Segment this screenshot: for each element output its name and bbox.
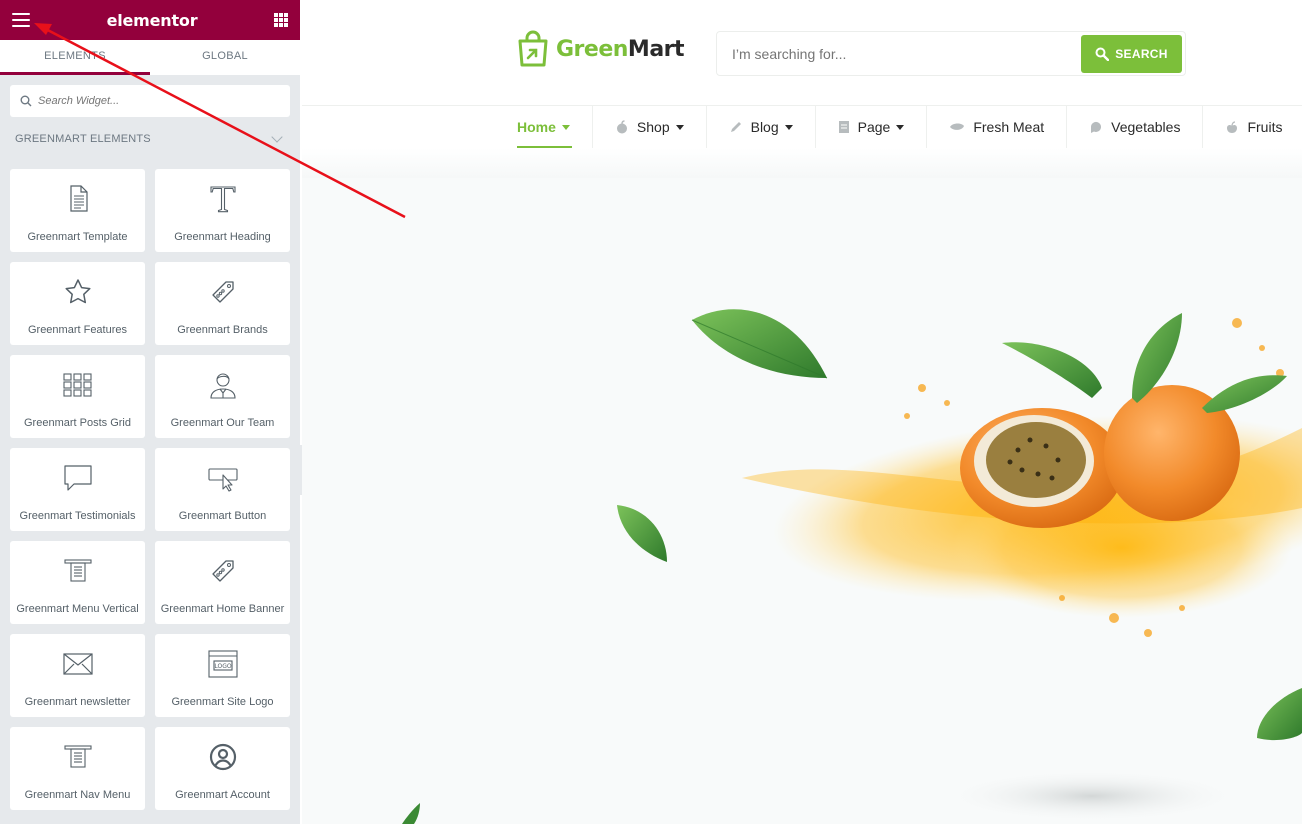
nav-menu-icon	[62, 741, 94, 773]
widget-greenmart-template[interactable]: Greenmart Template	[10, 169, 145, 252]
logo-text-green: Green	[556, 36, 628, 62]
document-icon	[62, 183, 94, 215]
menu-vertical-icon	[62, 555, 94, 587]
section-header-greenmart-elements[interactable]: GREENMART ELEMENTS	[0, 117, 300, 161]
button-cursor-icon	[207, 462, 239, 494]
elementor-logo: elementor	[106, 10, 198, 30]
site-logo-icon: LOGO	[207, 648, 239, 680]
header-shadow	[302, 148, 1302, 178]
widget-greenmart-home-banner[interactable]: Greenmart Home Banner	[155, 541, 290, 624]
hero-fruit-splash-image	[402, 309, 1302, 824]
widget-greenmart-site-logo[interactable]: LOGO Greenmart Site Logo	[155, 634, 290, 717]
tab-elements[interactable]: ELEMENTS	[0, 40, 150, 75]
apps-grid-icon[interactable]	[274, 13, 288, 27]
nav-item-vegetables[interactable]: Vegetables	[1067, 106, 1204, 148]
nav-item-blog[interactable]: Blog	[707, 106, 816, 148]
widget-greenmart-menu-vertical[interactable]: Greenmart Menu Vertical	[10, 541, 145, 624]
widget-grid: Greenmart Template Greenmart Heading Gre…	[0, 161, 300, 810]
widget-greenmart-our-team[interactable]: Greenmart Our Team	[155, 355, 290, 438]
main-navigation: Home Shop Blog Page Fresh Meat Vegetable…	[302, 106, 1302, 148]
leaf-bubble-icon	[1089, 120, 1103, 134]
page-icon	[838, 120, 850, 134]
fruit-icon	[1225, 120, 1239, 134]
product-search-box: SEARCH	[716, 31, 1186, 76]
widget-greenmart-features[interactable]: Greenmart Features	[10, 262, 145, 345]
posts-grid-icon	[62, 369, 94, 401]
widget-search-box	[10, 85, 290, 117]
tag-icon	[207, 555, 239, 587]
elementor-panel: elementor ELEMENTS GLOBAL GREENMART ELEM…	[0, 0, 300, 824]
widget-label: Greenmart Home Banner	[160, 603, 285, 615]
nav-item-home[interactable]: Home	[517, 106, 593, 148]
heading-t-icon	[207, 183, 239, 215]
site-preview: GreenMart SEARCH Home Shop Blog Page Fre…	[302, 0, 1302, 824]
site-logo[interactable]: GreenMart	[516, 30, 685, 68]
panel-tabs: ELEMENTS GLOBAL	[0, 40, 300, 75]
meat-icon	[949, 121, 965, 133]
tag-icon	[207, 276, 239, 308]
nav-label: Page	[857, 119, 891, 135]
account-circle-icon	[207, 741, 239, 773]
widget-label: Greenmart Menu Vertical	[16, 603, 139, 615]
product-search-input[interactable]	[717, 45, 1081, 62]
search-button[interactable]: SEARCH	[1081, 34, 1182, 73]
nav-item-page[interactable]: Page	[816, 106, 928, 148]
apple-icon	[615, 120, 629, 134]
widget-label: Greenmart Account	[175, 789, 270, 801]
svg-text:LOGO: LOGO	[214, 663, 232, 670]
widget-greenmart-brands[interactable]: Greenmart Brands	[155, 262, 290, 345]
nav-label: Home	[517, 119, 556, 135]
widget-label: Greenmart Features	[27, 324, 128, 336]
widget-greenmart-nav-menu[interactable]: Greenmart Nav Menu	[10, 727, 145, 810]
widget-label: Greenmart Heading	[174, 231, 271, 243]
team-person-icon	[207, 369, 239, 401]
chevron-down-icon	[271, 131, 283, 143]
nav-label: Fruits	[1247, 119, 1283, 135]
envelope-icon	[62, 648, 94, 680]
logo-text-dark: Mart	[627, 36, 685, 62]
widget-label: Greenmart Our Team	[170, 417, 275, 429]
nav-label: Blog	[750, 119, 779, 135]
speech-bubble-icon	[62, 462, 94, 494]
nav-item-fresh-meat[interactable]: Fresh Meat	[927, 106, 1068, 148]
nav-label: Vegetables	[1111, 119, 1181, 135]
widget-greenmart-posts-grid[interactable]: Greenmart Posts Grid	[10, 355, 145, 438]
nav-item-fruits[interactable]: Fruits	[1203, 106, 1302, 148]
widget-label: Greenmart Button	[178, 510, 267, 522]
widget-label: Greenmart Site Logo	[171, 696, 274, 708]
hero-banner	[302, 178, 1302, 824]
search-button-label: SEARCH	[1115, 46, 1168, 61]
nav-label: Shop	[636, 119, 670, 135]
widget-search-input[interactable]	[38, 95, 268, 107]
tab-global[interactable]: GLOBAL	[150, 40, 300, 75]
widget-greenmart-newsletter[interactable]: Greenmart newsletter	[10, 634, 145, 717]
panel-header: elementor	[0, 0, 300, 40]
shopping-bag-logo-icon	[518, 30, 548, 67]
widget-label: Greenmart Posts Grid	[24, 417, 131, 429]
caret-down-icon	[784, 124, 793, 130]
search-icon	[1095, 47, 1110, 61]
widget-label: Greenmart Template	[27, 231, 128, 243]
caret-down-icon	[675, 124, 684, 130]
widget-greenmart-heading[interactable]: Greenmart Heading	[155, 169, 290, 252]
widget-label: Greenmart newsletter	[24, 696, 131, 708]
nav-label: Fresh Meat	[973, 119, 1045, 135]
widget-label: Greenmart Brands	[177, 324, 268, 336]
star-icon	[62, 276, 94, 308]
widget-label: Greenmart Testimonials	[19, 510, 136, 522]
nav-item-shop[interactable]: Shop	[593, 106, 707, 148]
widget-label: Greenmart Nav Menu	[24, 789, 131, 801]
search-icon	[20, 95, 32, 107]
pencil-icon	[729, 120, 743, 134]
caret-down-icon	[896, 124, 905, 130]
hamburger-menu-icon[interactable]	[12, 13, 30, 27]
section-title: GREENMART ELEMENTS	[15, 133, 151, 145]
caret-down-icon	[561, 124, 570, 130]
widget-greenmart-account[interactable]: Greenmart Account	[155, 727, 290, 810]
widget-greenmart-testimonials[interactable]: Greenmart Testimonials	[10, 448, 145, 531]
widget-greenmart-button[interactable]: Greenmart Button	[155, 448, 290, 531]
